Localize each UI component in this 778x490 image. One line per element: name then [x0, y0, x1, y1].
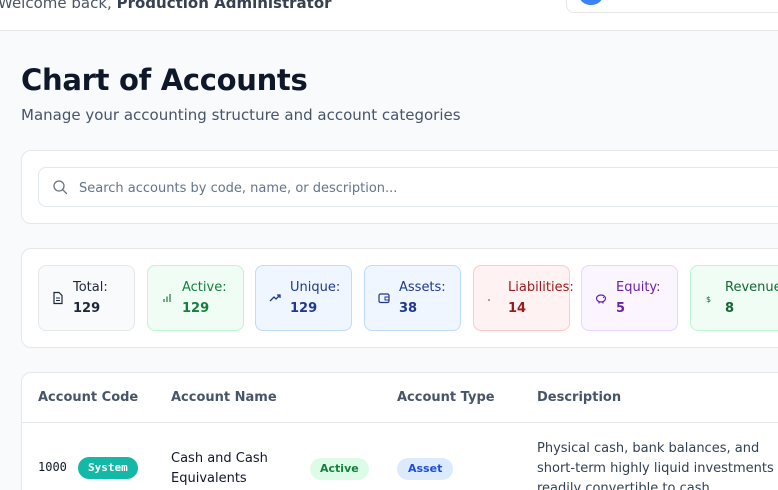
account-name: Cash and Cash Equivalents: [171, 451, 268, 486]
stat-label: Equity:: [616, 280, 661, 295]
header-divider: [22, 422, 778, 423]
user-name: Production Administrator: [116, 0, 332, 12]
page-subtitle: Manage your accounting structure and acc…: [21, 106, 461, 124]
stat-label: Assets:: [399, 280, 446, 295]
system-badge: System: [78, 457, 138, 479]
document-icon: [53, 291, 63, 305]
column-header-account-name[interactable]: Account Name: [171, 390, 277, 405]
wallet-icon: [378, 293, 390, 304]
stat-label: Total:: [73, 280, 108, 295]
avatar: [579, 0, 603, 5]
search-card: [21, 150, 778, 224]
stat-equity: Equity: 5: [581, 265, 678, 331]
top-bar: Welcome back, Production Administrator g…: [0, 0, 778, 31]
account-type-badge: Asset: [397, 458, 454, 480]
status-badge: Active: [310, 458, 369, 480]
svg-text:$: $: [706, 295, 711, 304]
dollar-icon: $: [706, 295, 711, 304]
stat-label: Unique:: [290, 280, 341, 295]
stat-active: Active: 129: [147, 265, 244, 331]
column-header-description[interactable]: Description: [537, 390, 621, 405]
stat-value: 129: [73, 301, 101, 316]
stat-value: 14: [508, 301, 527, 316]
piggy-bank-icon: [595, 294, 607, 304]
stat-revenue: $ Revenue: 8: [690, 265, 778, 331]
account-code: 1000: [38, 460, 67, 474]
search-box[interactable]: [38, 167, 778, 207]
search-icon: [53, 180, 68, 195]
stat-value: 129: [182, 301, 210, 316]
column-header-account-type[interactable]: Account Type: [397, 390, 495, 405]
stat-value: 129: [290, 301, 318, 316]
stat-total: Total: 129: [38, 265, 135, 331]
stat-value: 38: [399, 301, 418, 316]
stat-value: 5: [616, 301, 626, 316]
stat-unique: Unique: 129: [255, 265, 352, 331]
stat-assets: Assets: 38: [364, 265, 461, 331]
stats-card: Total: 129 Active: 129 Unique: 129 Asset…: [21, 248, 778, 348]
bar-chart-icon: [163, 294, 171, 302]
account-description: Physical cash, bank balances, and short-…: [537, 441, 774, 490]
stat-value: 8: [725, 301, 735, 316]
accounts-table: Account Code Account Name Account Type D…: [21, 372, 778, 490]
search-input[interactable]: [79, 177, 778, 199]
stat-label: Revenue:: [725, 280, 778, 295]
trending-up-icon: [269, 294, 281, 302]
stat-label: Liabilities:: [508, 280, 574, 295]
stat-liabilities: Liabilities: 14: [473, 265, 574, 331]
dot-icon: [488, 299, 490, 301]
welcome-prefix: Welcome back,: [0, 0, 112, 12]
welcome-message: Welcome back, Production Administrator: [0, 0, 332, 12]
page-title: Chart of Accounts: [21, 63, 308, 97]
user-role: general: [625, 0, 667, 1]
user-menu-button[interactable]: general: [566, 0, 778, 13]
stat-label: Active:: [182, 280, 227, 295]
column-header-account-code[interactable]: Account Code: [38, 390, 138, 405]
